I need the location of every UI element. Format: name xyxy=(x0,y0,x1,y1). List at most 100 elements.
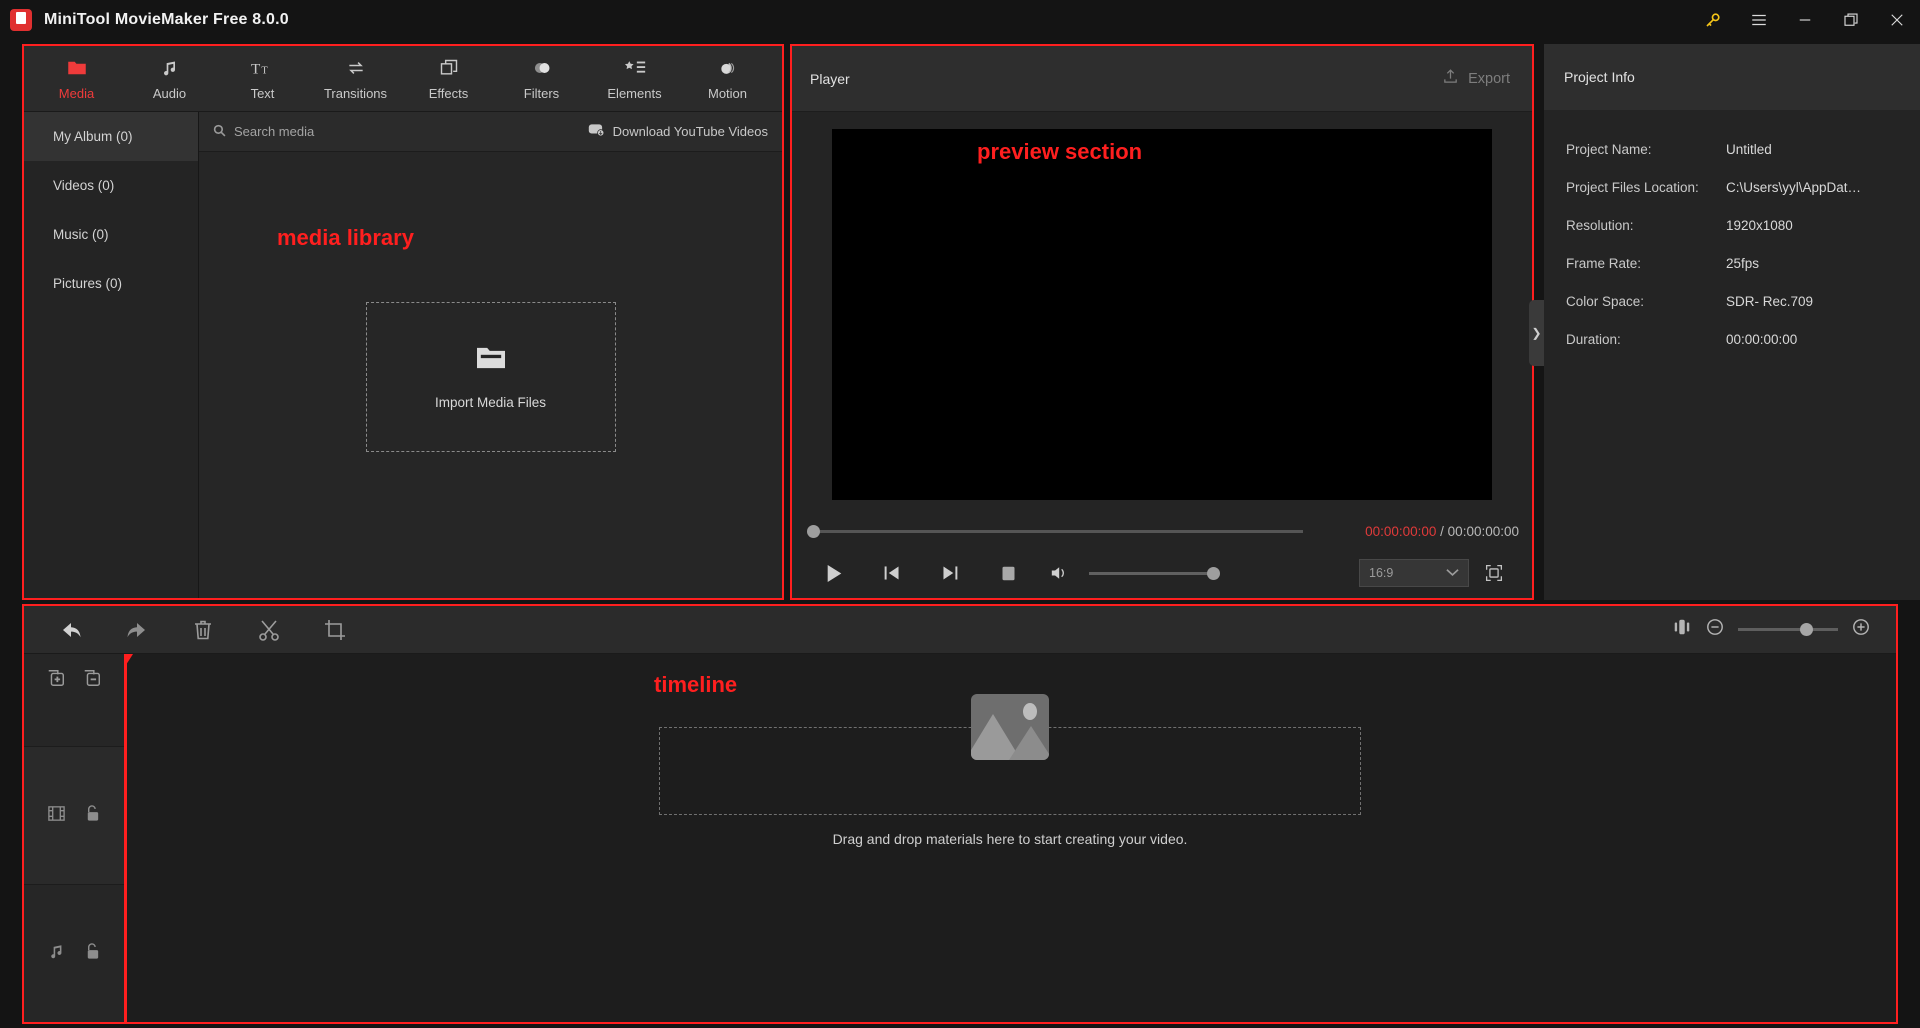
chevron-right-icon: ❯ xyxy=(1531,326,1542,340)
category-my-album[interactable]: My Album (0) xyxy=(24,112,198,161)
info-value: C:\Users\yyl\AppDat… xyxy=(1726,179,1862,195)
info-value: SDR- Rec.709 xyxy=(1726,293,1814,309)
info-value: Untitled xyxy=(1726,141,1772,157)
tab-elements[interactable]: Elements xyxy=(588,48,681,110)
timeline-panel: timeline Drag and drop materials here to… xyxy=(22,604,1898,1024)
text-tt-icon: T T xyxy=(251,57,275,79)
redo-button[interactable] xyxy=(120,613,154,647)
zoom-slider[interactable] xyxy=(1738,623,1838,636)
player-title: Player xyxy=(810,70,850,87)
close-icon[interactable] xyxy=(1874,0,1920,40)
aspect-ratio-select[interactable]: 16:9 xyxy=(1359,559,1469,587)
project-info-header: Project Info xyxy=(1544,44,1920,110)
tab-media[interactable]: Media xyxy=(30,48,123,110)
library-content: media library Import Media Files xyxy=(199,152,782,598)
info-value: 1920x1080 xyxy=(1726,217,1793,233)
info-row-frame-rate: Frame Rate: 25fps xyxy=(1566,244,1920,282)
tab-text-label: Text xyxy=(250,85,275,101)
window-controls xyxy=(1690,0,1920,40)
unlock-icon[interactable] xyxy=(84,942,101,966)
info-key: Resolution: xyxy=(1566,217,1634,233)
fullscreen-button[interactable] xyxy=(1469,553,1519,593)
add-track-icon[interactable] xyxy=(46,668,66,693)
filters-circles-icon xyxy=(531,57,553,79)
category-videos-label: Videos (0) xyxy=(53,178,115,193)
volume-icon[interactable] xyxy=(1043,553,1077,593)
search-input[interactable]: Search media xyxy=(213,124,314,140)
library-main: Search media Download YouTube Videos med… xyxy=(199,112,782,598)
zoom-handle[interactable] xyxy=(1800,623,1813,636)
tab-transitions[interactable]: Transitions xyxy=(309,48,402,110)
info-row-files-location: Project Files Location: C:\Users\yyl\App… xyxy=(1566,168,1920,206)
svg-text:T: T xyxy=(251,60,261,77)
playhead[interactable] xyxy=(124,654,127,1022)
drop-zone-text: Drag and drop materials here to start cr… xyxy=(832,831,1188,847)
player-panel: Player Export preview section 00:00:00:0… xyxy=(790,44,1534,600)
menu-icon[interactable] xyxy=(1736,0,1782,40)
timeline-toolbar xyxy=(24,606,1896,654)
music-note-icon[interactable] xyxy=(47,942,66,966)
tab-media-label: Media xyxy=(58,85,95,101)
tab-text[interactable]: T T Text xyxy=(216,48,309,110)
volume-handle[interactable] xyxy=(1207,566,1220,580)
delete-button[interactable] xyxy=(186,613,220,647)
transitions-arrows-icon xyxy=(345,57,367,79)
annotation-preview-section: preview section xyxy=(977,139,1143,164)
timeline-canvas[interactable]: timeline Drag and drop materials here to… xyxy=(124,654,1896,1022)
download-youtube-button[interactable]: Download YouTube Videos xyxy=(588,123,768,140)
aspect-ratio-value: 16:9 xyxy=(1369,566,1394,580)
project-info-panel: Project Info Project Name: Untitled Proj… xyxy=(1544,44,1920,600)
category-music[interactable]: Music (0) xyxy=(24,210,198,259)
export-upload-icon xyxy=(1442,68,1459,89)
fit-to-window-icon[interactable] xyxy=(1672,618,1692,641)
tab-audio[interactable]: Audio xyxy=(123,48,216,110)
info-value: 25fps xyxy=(1726,255,1760,271)
next-frame-button[interactable] xyxy=(921,553,979,593)
export-label: Export xyxy=(1468,70,1510,87)
audio-track-row xyxy=(24,884,124,1022)
export-button[interactable]: Export xyxy=(1442,68,1510,89)
info-key: Frame Rate: xyxy=(1566,255,1642,271)
player-header: Player Export xyxy=(792,46,1532,112)
import-media-files-label: Import Media Files xyxy=(434,395,547,410)
undo-button[interactable] xyxy=(54,613,88,647)
import-media-files-button[interactable]: Import Media Files xyxy=(365,302,616,452)
seek-slider[interactable] xyxy=(807,524,1303,538)
video-track-row xyxy=(24,746,124,884)
remove-track-icon[interactable] xyxy=(82,668,102,693)
previous-frame-button[interactable] xyxy=(863,553,921,593)
player-body: preview section 00:00:00:00 / 00:00:00:0… xyxy=(792,112,1532,598)
zoom-out-button[interactable] xyxy=(1706,618,1724,641)
category-videos[interactable]: Videos (0) xyxy=(24,161,198,210)
minimize-icon[interactable] xyxy=(1782,0,1828,40)
film-strip-icon[interactable] xyxy=(47,804,66,828)
crop-button[interactable] xyxy=(318,613,352,647)
key-icon[interactable] xyxy=(1690,0,1736,40)
timeline-drop-area[interactable]: Drag and drop materials here to start cr… xyxy=(659,694,1361,847)
media-library-panel: Media Audio T T Text Transitions Effects… xyxy=(22,44,784,600)
category-pictures-label: Pictures (0) xyxy=(53,276,123,291)
work-zone: Media Audio T T Text Transitions Effects… xyxy=(0,40,1920,600)
tab-audio-label: Audio xyxy=(152,85,187,101)
tab-motion[interactable]: Motion xyxy=(681,48,774,110)
video-preview-stage[interactable]: preview section xyxy=(832,129,1492,500)
tab-effects[interactable]: Effects xyxy=(402,48,495,110)
tab-elements-label: Elements xyxy=(607,85,662,101)
zoom-in-button[interactable] xyxy=(1852,618,1870,641)
split-button[interactable] xyxy=(252,613,286,647)
volume-slider[interactable] xyxy=(1089,566,1220,580)
collapse-panel-handle[interactable]: ❯ xyxy=(1529,300,1544,366)
folder-icon xyxy=(475,344,507,377)
unlock-icon[interactable] xyxy=(84,804,101,828)
tab-filters[interactable]: Filters xyxy=(495,48,588,110)
stop-button[interactable] xyxy=(979,553,1037,593)
category-pictures[interactable]: Pictures (0) xyxy=(24,259,198,308)
seek-handle[interactable] xyxy=(807,524,820,538)
tab-filters-label: Filters xyxy=(523,85,560,101)
player-controls: 16:9 xyxy=(805,550,1519,596)
maximize-icon[interactable] xyxy=(1828,0,1874,40)
info-row-color-space: Color Space: SDR- Rec.709 xyxy=(1566,282,1920,320)
search-placeholder-text: Search media xyxy=(234,124,315,139)
play-button[interactable] xyxy=(805,553,863,593)
effects-squares-icon xyxy=(439,57,459,79)
